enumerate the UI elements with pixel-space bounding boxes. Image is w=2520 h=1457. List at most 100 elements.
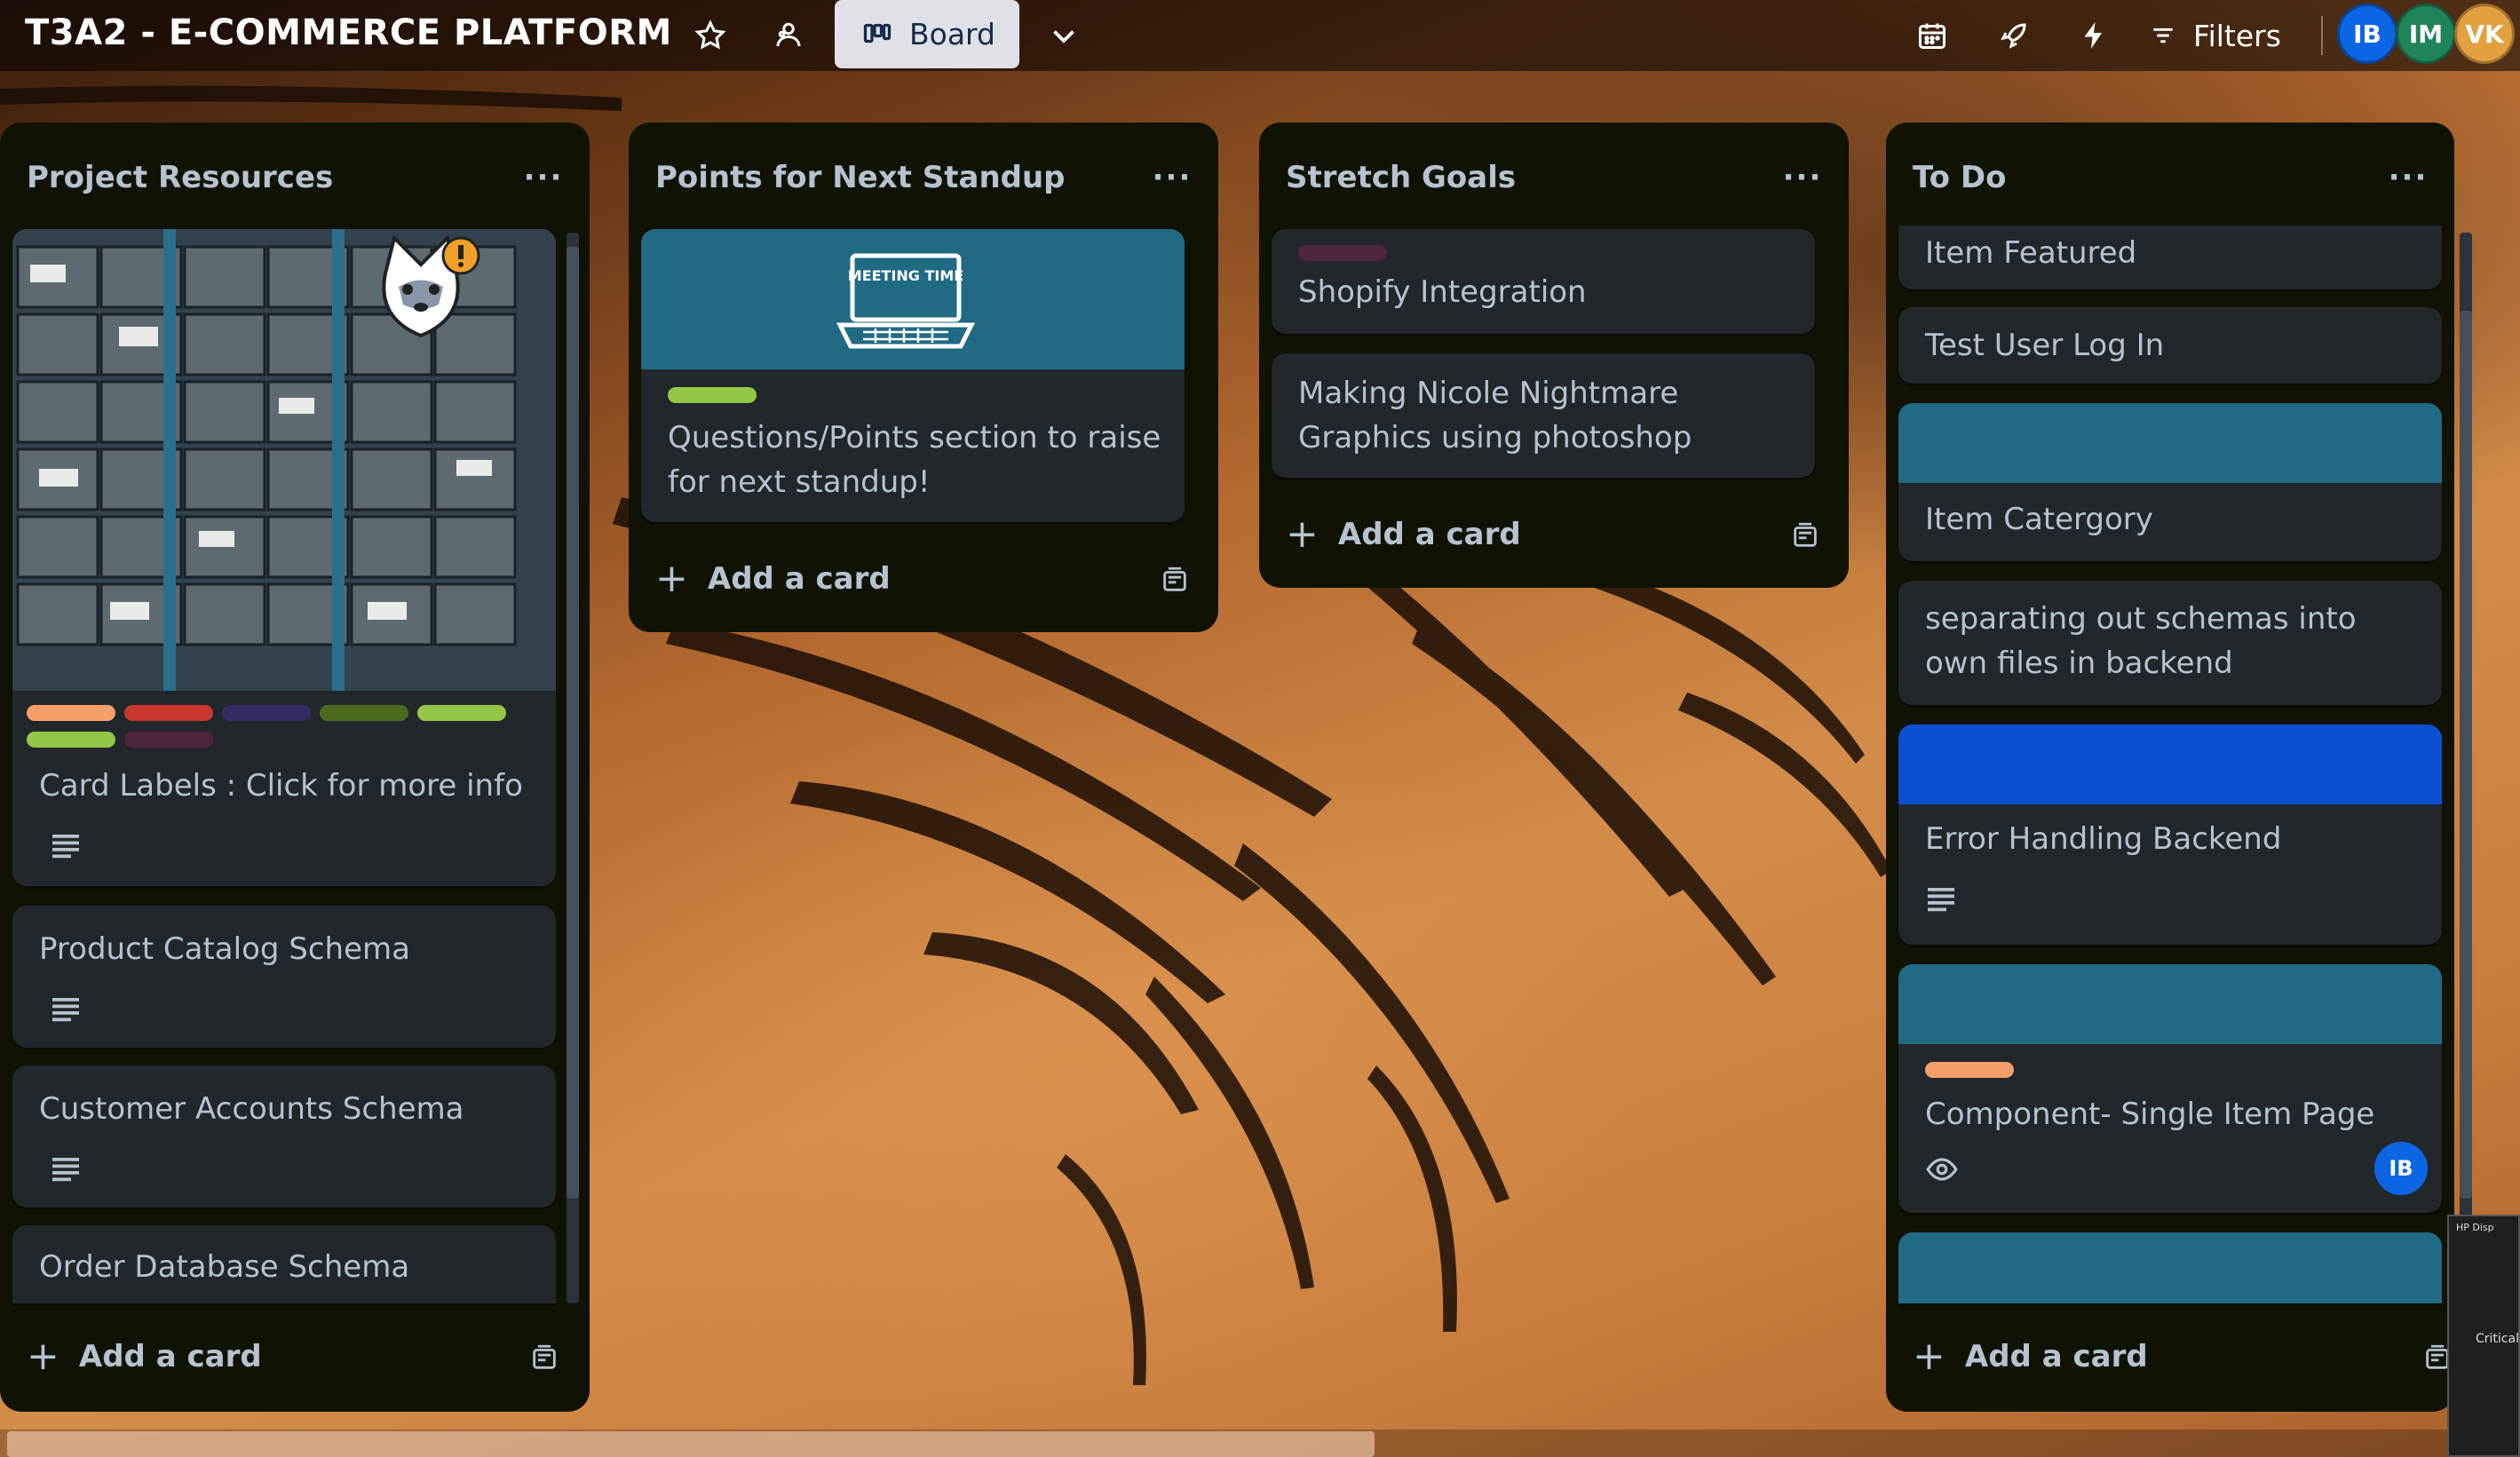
member-avatar-ib[interactable]: IB bbox=[2337, 4, 2397, 64]
card-nightmare-graphics[interactable]: Making Nicole Nightmare Graphics using p… bbox=[1272, 353, 1815, 478]
board-view-label: Board bbox=[909, 17, 995, 51]
power-ups-rocket-icon[interactable] bbox=[1996, 18, 2032, 53]
board-view-button[interactable]: Board bbox=[835, 0, 1019, 68]
card-title: Error Handling Backend bbox=[1925, 821, 2282, 857]
card-title: Shopify Integration bbox=[1298, 274, 1587, 310]
card-title: Component- Single Item Page bbox=[1925, 1097, 2375, 1132]
card-test-user-log-in[interactable]: Test User Log In bbox=[1898, 307, 2442, 384]
card-labels-info[interactable]: Card Labels : Click for more info bbox=[12, 229, 556, 886]
add-card-label: Add a card bbox=[78, 1339, 262, 1374]
label-dark-green[interactable] bbox=[320, 705, 408, 721]
card-order-database-schema[interactable]: Order Database Schema bbox=[12, 1225, 556, 1303]
list-menu-icon[interactable]: ··· bbox=[524, 158, 563, 197]
card-title: Card Labels : Click for more info bbox=[39, 768, 523, 804]
card-item-featured[interactable]: Item Featured bbox=[1898, 226, 2442, 289]
list-menu-icon[interactable]: ··· bbox=[1153, 158, 1192, 197]
card-title: Customer Accounts Schema bbox=[39, 1091, 464, 1127]
add-card-button[interactable]: + Add a card bbox=[27, 1330, 262, 1383]
list-header: To Do bbox=[1886, 123, 2454, 233]
avatar-initials: IM bbox=[2408, 19, 2444, 49]
member-avatar-im[interactable]: IM bbox=[2396, 4, 2456, 64]
card-title: Making Nicole Nightmare Graphics using p… bbox=[1298, 376, 1692, 455]
list-scroll-thumb[interactable] bbox=[567, 247, 579, 1199]
header-divider bbox=[2321, 16, 2323, 55]
plus-icon: + bbox=[655, 556, 688, 601]
card-title: Product Catalog Schema bbox=[39, 931, 410, 967]
card-title: Item Catergory bbox=[1925, 502, 2153, 537]
filters-label: Filters bbox=[2193, 18, 2281, 53]
board-horizontal-scroll-thumb[interactable] bbox=[7, 1431, 1375, 1457]
star-icon[interactable] bbox=[693, 18, 728, 53]
popup-title: HP Disp bbox=[2456, 1222, 2494, 1233]
list-project-resources: Project Resources ··· Card Labels: Clic… bbox=[0, 123, 590, 1412]
member-avatar-vk[interactable]: VK bbox=[2454, 4, 2515, 64]
card-title: Item Featured bbox=[1925, 235, 2137, 271]
add-card-label: Add a card bbox=[707, 561, 891, 597]
list-title[interactable]: To Do bbox=[1913, 160, 2006, 195]
list-title[interactable]: Project Resources bbox=[27, 160, 333, 195]
card-title: Questions/Points section to raise for ne… bbox=[668, 420, 1161, 500]
plus-icon: + bbox=[1913, 1334, 1945, 1379]
add-card-button[interactable]: + Add a card bbox=[1913, 1330, 2148, 1383]
label-lime[interactable] bbox=[27, 732, 115, 748]
card-cover-color bbox=[1898, 725, 2442, 804]
card-item-category[interactable]: Item Catergory bbox=[1898, 403, 2442, 561]
card-error-handling-backend[interactable]: Error Handling Backend bbox=[1898, 725, 2442, 945]
card-template-icon[interactable] bbox=[1160, 565, 1190, 595]
avatar-initials: VK bbox=[2465, 19, 2504, 49]
add-card-button[interactable]: + Add a card bbox=[655, 552, 891, 606]
add-card-button[interactable]: + Add a card bbox=[1286, 508, 1521, 561]
label-orange[interactable] bbox=[1925, 1062, 2014, 1078]
sticker-text: MEETING TIME bbox=[848, 267, 963, 284]
list-menu-icon[interactable]: ··· bbox=[1783, 158, 1822, 197]
card-customer-accounts-schema[interactable]: Customer Accounts Schema bbox=[12, 1065, 556, 1208]
label-magenta[interactable] bbox=[124, 732, 213, 748]
card-questions-points[interactable]: MEETING TIME Questions/Points section to… bbox=[641, 229, 1185, 522]
plus-icon: + bbox=[27, 1334, 59, 1379]
filters-button[interactable]: Filters bbox=[2149, 16, 2281, 55]
description-icon bbox=[52, 998, 79, 1022]
label-magenta[interactable] bbox=[1298, 245, 1387, 261]
workspace-visibility-icon[interactable] bbox=[771, 18, 806, 53]
list-menu-icon[interactable]: ··· bbox=[2389, 158, 2428, 197]
card-template-icon[interactable] bbox=[1790, 520, 1820, 550]
card-component-single-item-page[interactable]: Component- Single Item Page IB bbox=[1898, 964, 2442, 1213]
card-cover-color bbox=[1898, 403, 2442, 483]
board-icon bbox=[863, 23, 892, 43]
list-stretch-goals: Stretch Goals ··· Shopify Integration Ma… bbox=[1259, 123, 1849, 588]
label-lime[interactable] bbox=[668, 387, 757, 403]
card-title: separating out schemas into own files in… bbox=[1925, 601, 2357, 681]
calendar-powerup-icon[interactable] bbox=[1914, 18, 1950, 53]
system-notification-popup[interactable]: HP Disp Critical bbox=[2447, 1215, 2520, 1457]
description-icon bbox=[1928, 888, 1954, 912]
list-header: Points for Next Standup bbox=[629, 123, 1218, 233]
card-title: Test User Log In bbox=[1925, 328, 2165, 363]
card-cover-color bbox=[1898, 964, 2442, 1044]
description-icon bbox=[52, 1158, 79, 1182]
card-untitled-cover[interactable] bbox=[1898, 1232, 2442, 1303]
label-purple[interactable] bbox=[222, 705, 311, 721]
description-icon bbox=[52, 835, 79, 859]
avatar-initials: IB bbox=[2389, 1156, 2413, 1181]
card-product-catalog-schema[interactable]: Product Catalog Schema bbox=[12, 906, 556, 1048]
label-orange[interactable] bbox=[27, 705, 115, 721]
card-separating-schemas[interactable]: separating out schemas into own files in… bbox=[1898, 581, 2442, 705]
watch-eye-icon bbox=[1926, 1158, 1958, 1181]
card-cover-color bbox=[1898, 1232, 2442, 1303]
popup-text: Critical bbox=[2476, 1332, 2519, 1346]
meeting-time-sticker: MEETING TIME bbox=[836, 253, 975, 349]
list-scroll-thumb[interactable] bbox=[2460, 311, 2472, 1199]
plus-icon: + bbox=[1286, 511, 1319, 557]
board-title[interactable]: T3A2 - E-COMMERCE PLATFORM bbox=[25, 12, 672, 53]
card-template-icon[interactable] bbox=[529, 1342, 559, 1373]
automation-lightning-icon[interactable] bbox=[2076, 18, 2112, 53]
list-title[interactable]: Stretch Goals bbox=[1286, 160, 1516, 195]
list-title[interactable]: Points for Next Standup bbox=[655, 160, 1066, 195]
label-lime[interactable] bbox=[417, 705, 506, 721]
list-header: Stretch Goals bbox=[1259, 123, 1849, 233]
chevron-down-icon[interactable] bbox=[1046, 18, 1082, 53]
card-shopify-integration[interactable]: Shopify Integration bbox=[1272, 229, 1815, 334]
board-header: T3A2 - E-COMMERCE PLATFORM Board Filters… bbox=[0, 0, 2520, 71]
label-red[interactable] bbox=[124, 705, 213, 721]
card-member-avatar[interactable]: IB bbox=[2374, 1142, 2428, 1195]
